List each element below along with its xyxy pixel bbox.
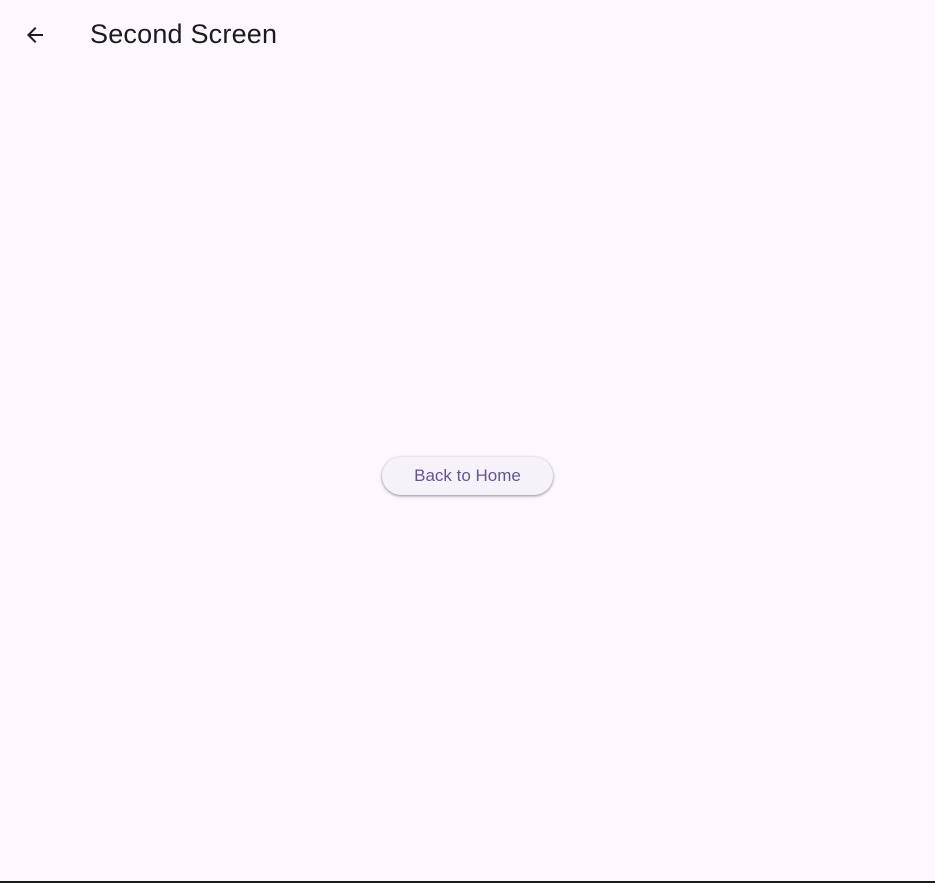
back-button[interactable] [11,11,59,59]
page-title: Second Screen [90,19,278,49]
back-to-home-button[interactable]: Back to Home [382,457,553,495]
app-bar: Second Screen [0,0,935,70]
arrow-back-icon [23,23,47,47]
second-screen: Second Screen Back to Home [0,0,935,882]
